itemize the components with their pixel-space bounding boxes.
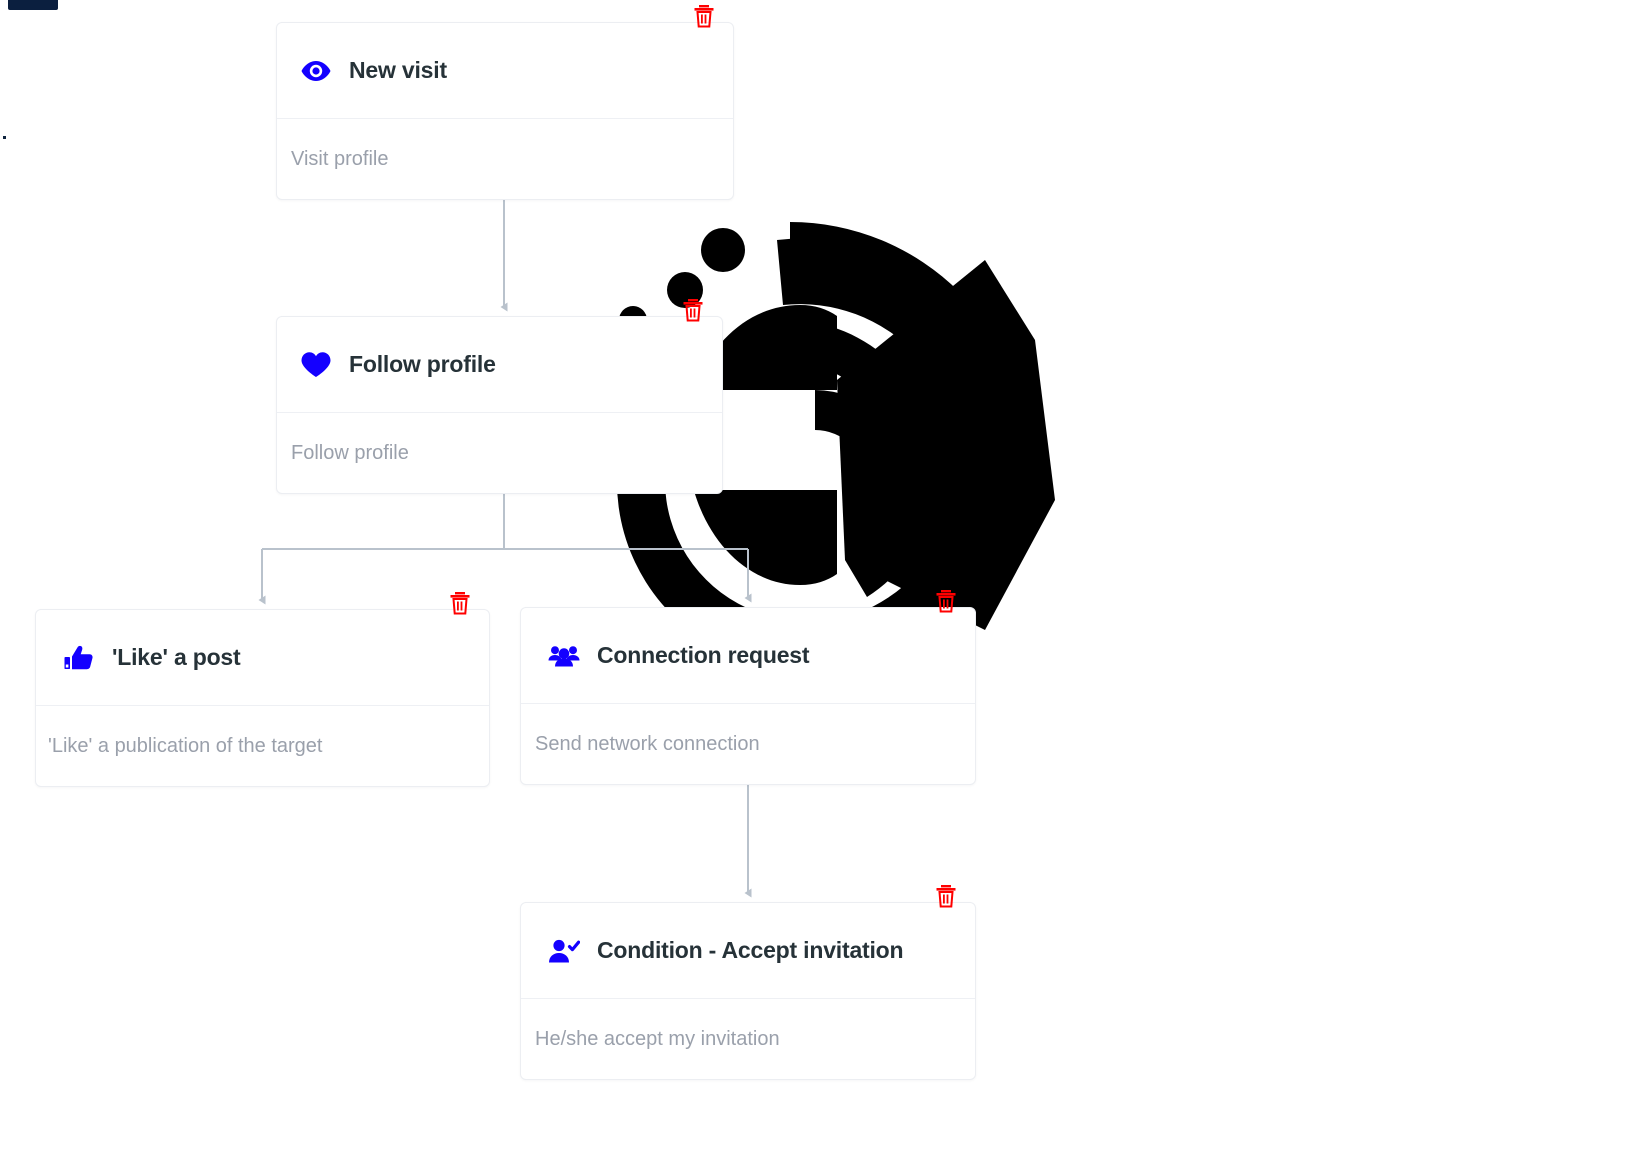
node-description: 'Like' a publication of the target [48,734,323,757]
node-description: Follow profile [291,441,409,464]
heart-icon [299,348,333,382]
delete-node-button[interactable] [680,297,706,323]
eye-icon [299,54,333,88]
node-body: 'Like' a publication of the target [36,706,489,786]
node-title: Follow profile [349,351,496,377]
node-title: Condition - Accept invitation [597,937,904,963]
people-group-icon [547,639,581,673]
node-header: Condition - Accept invitation [521,903,975,999]
trash-icon [935,589,957,613]
workflow-node-new-visit[interactable]: New visit Visit profile [276,5,734,200]
node-body: Visit profile [277,119,733,199]
workflow-node-follow-profile[interactable]: Follow profile Follow profile [276,299,723,494]
trash-icon [682,298,704,322]
node-title: 'Like' a post [112,644,241,670]
node-description: Visit profile [291,147,389,170]
person-check-icon [547,934,581,968]
node-body: He/she accept my invitation [521,999,975,1079]
workflow-node-like-post[interactable]: 'Like' a post 'Like' a publication of th… [35,592,490,787]
trash-icon [935,884,957,908]
node-body: Follow profile [277,413,722,493]
delete-node-button[interactable] [447,590,473,616]
delete-node-button[interactable] [933,588,959,614]
decorative-dot [3,136,6,139]
node-description: He/she accept my invitation [535,1027,780,1050]
app-logo-chip[interactable] [8,0,58,10]
node-header: New visit [277,23,733,119]
node-description: Send network connection [535,732,760,755]
node-header: Follow profile [277,317,722,413]
workflow-canvas: New visit Visit profile Follow profile F… [0,0,1636,1153]
node-title: New visit [349,57,447,83]
node-header: Connection request [521,608,975,704]
delete-node-button[interactable] [933,883,959,909]
workflow-node-condition-accept-invitation[interactable]: Condition - Accept invitation He/she acc… [520,885,976,1080]
workflow-node-connection-request[interactable]: Connection request Send network connecti… [520,590,976,785]
thumbs-up-icon [62,641,96,675]
node-title: Connection request [597,642,810,668]
node-body: Send network connection [521,704,975,784]
delete-node-button[interactable] [691,3,717,29]
trash-icon [693,4,715,28]
trash-icon [449,591,471,615]
node-header: 'Like' a post [36,610,489,706]
